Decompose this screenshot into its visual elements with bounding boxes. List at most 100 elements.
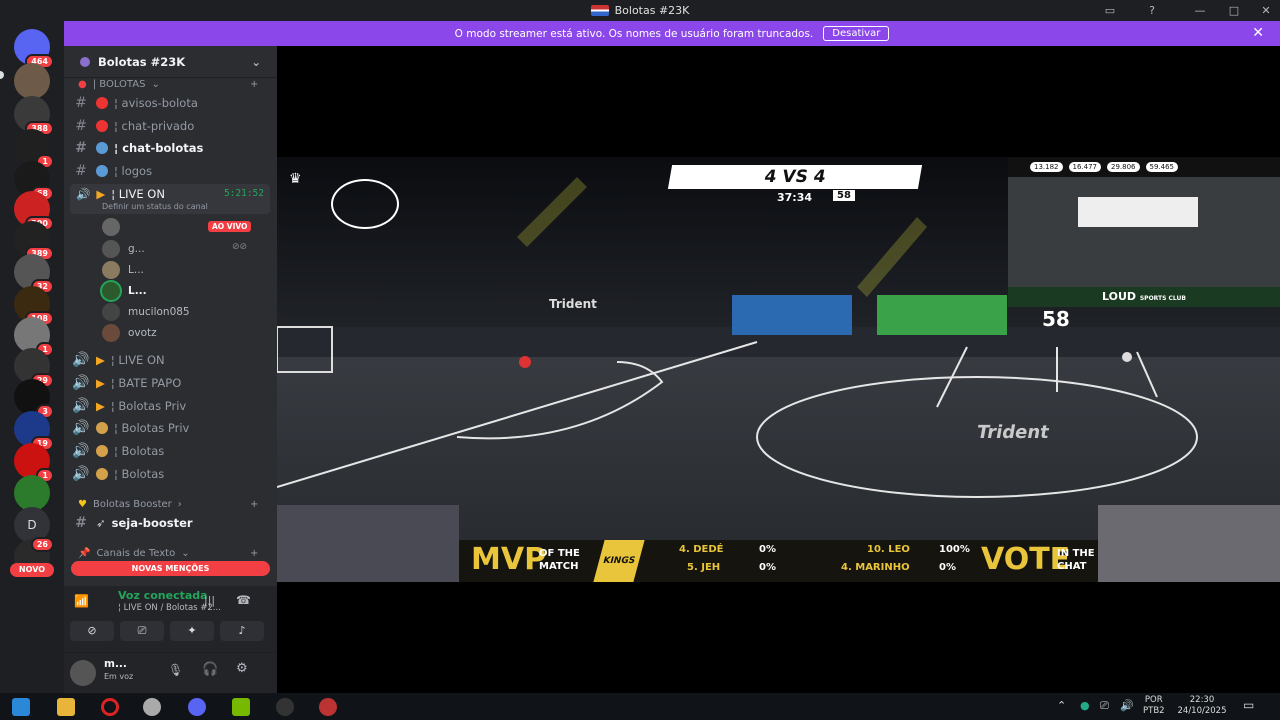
speaker-icon: 🔊 [76, 187, 91, 201]
server-icon[interactable]: 1 [14, 443, 54, 483]
voice-channel[interactable]: 🔊 ▶ ¦ LIVE ON [72, 350, 270, 370]
channel-label: ¦ avisos-bolota [114, 96, 198, 110]
maximize-button[interactable]: □ [1224, 0, 1244, 21]
channel-status-text[interactable]: Definir um status do canal [102, 202, 208, 211]
camera-off-button[interactable]: ⊘ [70, 621, 114, 641]
hash-icon: # [75, 163, 87, 179]
server-icon[interactable]: 1 [14, 129, 54, 169]
speaker-icon: 🔊 [72, 466, 90, 482]
hash-icon: # [75, 140, 87, 156]
keyboard-layout-label: PTB2 [1143, 706, 1165, 716]
close-window-button[interactable]: ✕ [1256, 0, 1276, 21]
hash-icon: # [75, 515, 87, 531]
discord-icon[interactable] [188, 698, 206, 716]
voice-status[interactable]: Voz conectada [118, 589, 208, 602]
server-icon[interactable]: 3 [14, 379, 54, 419]
language-indicator[interactable]: POR PTB2 [1143, 695, 1165, 717]
voice-user[interactable]: g... [102, 240, 145, 258]
mvp-candidate: 5. JEH [687, 562, 721, 573]
guild-header[interactable]: Bolotas #23K ⌄ [64, 46, 277, 78]
disable-streamer-button[interactable]: Desativar [823, 26, 890, 41]
close-icon[interactable]: ✕ [1252, 25, 1264, 41]
new-servers-pill[interactable]: NOVO [10, 563, 54, 577]
windows-start-icon[interactable] [12, 698, 30, 716]
voice-user[interactable] [102, 218, 128, 236]
opera-browser-icon[interactable] [101, 698, 119, 716]
category-label: Bolotas Booster [92, 499, 172, 510]
channel-seja-booster[interactable]: # ➶ seja-booster [72, 513, 270, 533]
category-booster[interactable]: ♥ Bolotas Booster › + [78, 499, 258, 510]
help-icon[interactable]: ? [1142, 0, 1162, 21]
voice-user[interactable]: mucilon085 [102, 303, 190, 321]
voice-channel[interactable]: 🔊 ¦ Bolotas Priv [72, 418, 270, 438]
volume-icon[interactable]: 🔊 [1120, 699, 1134, 712]
play-icon: ▶ [96, 376, 105, 390]
tray-expand-icon[interactable]: ⌃ [1057, 699, 1066, 712]
disconnect-icon[interactable]: ☎ [236, 593, 251, 607]
server-icon[interactable]: 32 [14, 254, 54, 294]
network-icon[interactable]: ⎚ [1100, 699, 1109, 713]
channel-chat-privado[interactable]: # ¦ chat-privado [72, 116, 270, 136]
viewer-stats: 13.182 16.477 29.806 59.465 [1008, 157, 1280, 177]
server-icon[interactable]: 19 [14, 411, 54, 451]
file-explorer-icon[interactable] [57, 698, 75, 716]
title-bar: Bolotas #23K ▭ ? — □ ✕ [0, 0, 1280, 21]
clock-date: 24/10/2025 [1177, 706, 1227, 716]
nvidia-icon[interactable] [232, 698, 250, 716]
channel-label: seja-booster [111, 516, 193, 530]
viewer-count-chat: 13.182 [1030, 162, 1063, 172]
server-icon[interactable] [14, 63, 50, 99]
soundboard-button[interactable]: ♪ [220, 621, 264, 641]
headphones-icon[interactable]: 🎧 [202, 662, 218, 677]
unread-pip [0, 71, 4, 79]
app-icon[interactable] [143, 698, 161, 716]
pin-icon: 📌 [78, 548, 91, 559]
category-text[interactable]: 📌 Canais de Texto ⌄ + [78, 548, 258, 559]
voice-channel[interactable]: 🔊 ¦ Bolotas [72, 464, 270, 484]
avatar[interactable] [70, 660, 96, 686]
server-icon[interactable]: 388 [14, 96, 54, 136]
voice-user[interactable]: L... [102, 282, 147, 300]
category-bolotas[interactable]: ● | BOLOTAS ⌄ + [78, 79, 258, 90]
server-icon[interactable]: 389 [14, 221, 54, 261]
tray-app-icon[interactable]: ● [1080, 699, 1090, 712]
direct-messages-icon[interactable]: 464 [14, 29, 54, 69]
voice-user[interactable]: L... [102, 261, 144, 279]
voice-channel[interactable]: 🔊 ▶ ¦ BATE PAPO [72, 373, 270, 393]
category-label: | BOLOTAS [92, 79, 146, 90]
voice-channel[interactable]: 🔊 ▶ ¦ Bolotas Priv [72, 396, 270, 416]
notifications-icon[interactable]: ▭ [1243, 698, 1254, 712]
voice-channel-live-on-active[interactable]: 🔊 ▶ ¦ LIVE ON 5:21:52 Definir um status … [70, 184, 270, 214]
rocket-icon: ➶ [96, 516, 106, 530]
minimize-button[interactable]: — [1190, 0, 1210, 21]
add-channel-icon[interactable]: + [250, 79, 258, 90]
voice-channel[interactable]: 🔊 ¦ Bolotas [72, 441, 270, 461]
speaker-icon: 🔊 [72, 420, 90, 436]
channel-label: ¦ chat-bolotas [114, 141, 204, 155]
new-mentions-pill[interactable]: NOVAS MENÇÕES [71, 561, 270, 576]
settings-gear-icon[interactable]: ⚙ [236, 661, 248, 676]
channel-chat-bolotas[interactable]: # ¦ chat-bolotas [72, 138, 270, 158]
clock[interactable]: 22:30 24/10/2025 [1172, 695, 1232, 717]
activities-button[interactable]: ✦ [170, 621, 214, 641]
add-channel-icon[interactable]: + [250, 548, 258, 559]
microphone-icon[interactable]: 🎙 [168, 663, 183, 677]
signal-icon[interactable]: 📶 [74, 594, 89, 608]
server-icon[interactable] [14, 475, 50, 511]
live-badge: AO VIVO [208, 221, 252, 232]
inbox-icon[interactable]: ▭ [1100, 0, 1120, 21]
mvp-percent: 0% [939, 562, 956, 573]
user-name: mucilon085 [128, 306, 190, 318]
heart-icon: ♥ [78, 499, 87, 510]
noise-suppression-icon[interactable]: ||| [204, 594, 215, 607]
voice-user[interactable]: ovotz [102, 324, 157, 342]
player [1122, 352, 1132, 362]
stream-video[interactable]: Trident Trident ♛ 4 VS 4 37:34 58 13.182… [277, 157, 1280, 582]
channel-avisos[interactable]: # ¦ avisos-bolota [72, 93, 270, 113]
app-icon[interactable] [276, 698, 294, 716]
channel-logos[interactable]: # ¦ logos [72, 161, 270, 181]
app-icon[interactable] [319, 698, 337, 716]
add-channel-icon[interactable]: + [250, 499, 258, 510]
share-screen-button[interactable]: ⎚ [120, 621, 164, 641]
led-number: 58 [1042, 307, 1070, 331]
